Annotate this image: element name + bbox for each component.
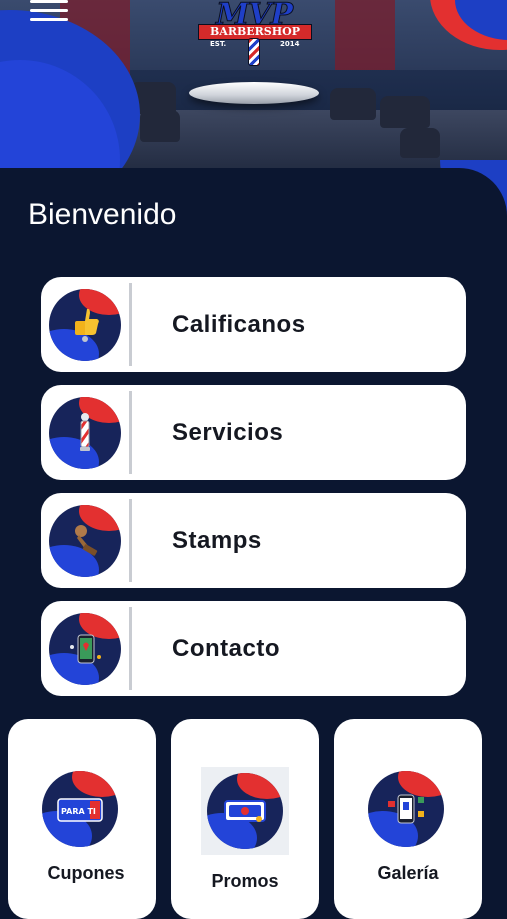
menu-item-label: Calificanos bbox=[172, 311, 306, 338]
grid-item-label: Galería bbox=[377, 863, 439, 883]
promo-ticket-icon bbox=[207, 773, 283, 849]
menu-item-label: Servicios bbox=[172, 419, 284, 446]
gallery-phone-icon bbox=[368, 771, 444, 847]
card-divider bbox=[129, 499, 132, 582]
card-divider bbox=[129, 607, 132, 690]
menu-item-label: Contacto bbox=[172, 635, 280, 662]
logo-pedestal bbox=[189, 82, 319, 104]
grid-item-label: Promos bbox=[211, 871, 279, 891]
grid-item-galeria[interactable]: Galería bbox=[334, 719, 482, 919]
brand-logo: MVP BARBERSHOP EST. 2014 bbox=[196, 0, 312, 68]
coupon-badge: PARA TI bbox=[61, 807, 96, 816]
grid-item-cupones[interactable]: PARA TI Cupones bbox=[8, 719, 156, 919]
card-divider bbox=[129, 391, 132, 474]
menu-item-contacto[interactable]: Contacto bbox=[41, 601, 466, 696]
menu-item-stamps[interactable]: Stamps bbox=[41, 493, 466, 588]
grid-item-label: Cupones bbox=[47, 863, 125, 883]
phone-map-icon bbox=[49, 613, 121, 685]
stamp-icon bbox=[49, 505, 121, 577]
barber-pole-icon bbox=[248, 38, 260, 66]
grid-item-promos[interactable]: Promos bbox=[171, 719, 319, 919]
logo-est: EST. bbox=[210, 40, 227, 48]
card-divider bbox=[129, 283, 132, 366]
menu-item-label: Stamps bbox=[172, 527, 262, 554]
coupon-icon: PARA TI bbox=[42, 771, 118, 847]
hamburger-menu-icon[interactable] bbox=[30, 0, 70, 21]
header-banner: MVP BARBERSHOP EST. 2014 bbox=[0, 0, 507, 170]
menu-item-servicios[interactable]: Servicios bbox=[41, 385, 466, 480]
menu-item-calificanos[interactable]: Calificanos bbox=[41, 277, 466, 372]
welcome-title: Bienvenido bbox=[28, 198, 177, 231]
logo-year: 2014 bbox=[280, 40, 300, 48]
thumbs-up-icon bbox=[49, 289, 121, 361]
barber-pole-icon bbox=[49, 397, 121, 469]
